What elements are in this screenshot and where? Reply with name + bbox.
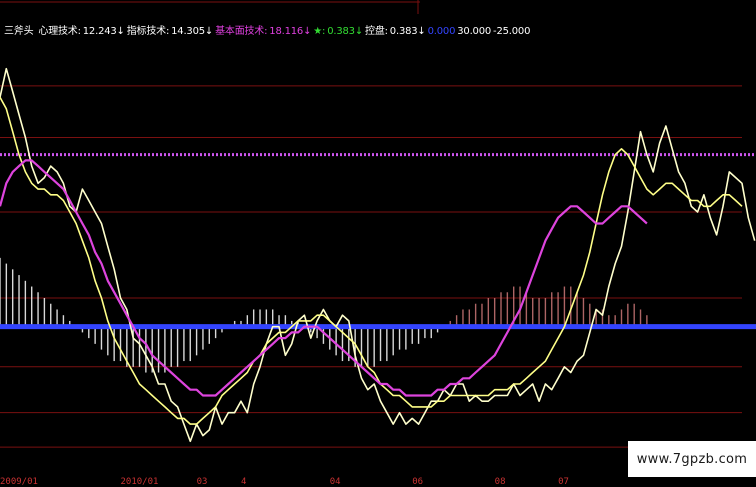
grid-lines <box>0 0 742 448</box>
series-lines <box>0 67 756 443</box>
legend-value-3: 0.383↓ <box>327 26 364 37</box>
x-tick-label-3: 4 <box>240 477 247 487</box>
indicator-name: 三斧头 <box>4 26 34 37</box>
legend-label-1: 指标技术: <box>126 26 170 37</box>
x-tick-label-7: 07 <box>558 477 569 487</box>
legend-label-2: 基本面技术: <box>215 26 268 37</box>
legend-value-2: 18.116↓ <box>269 26 312 37</box>
legend-label-0: 心理技术: <box>38 26 81 37</box>
chart-window: 三斧头 心理技术: 12.243↓ 指标技术: 14.305↓ 基本面技术: 18.116… <box>0 0 756 487</box>
legend-value-6: 30.000 <box>457 26 492 37</box>
x-tick-label-4: 04 <box>329 477 341 487</box>
x-tick-label-0: 2009/01 <box>0 477 38 487</box>
legend-items: 心理技术: 12.243↓ 指标技术: 14.305↓ 基本面技术: 18.116↓ ★: 0… <box>38 26 532 37</box>
series-line-2 <box>0 159 648 397</box>
legend-value-7: -25.000 <box>493 26 531 37</box>
legend-value-4: 0.383↓ <box>389 26 426 37</box>
series-line-0 <box>0 67 756 443</box>
legend-label-3: ★: <box>313 26 326 37</box>
indicator-chart[interactable] <box>0 0 756 487</box>
legend: 三斧头 心理技术: 12.243↓ 指标技术: 14.305↓ 基本面技术: 18.116… <box>4 22 534 37</box>
x-tick-label-5: 06 <box>412 477 424 487</box>
x-tick-label-2: 03 <box>196 477 208 487</box>
watermark: www.7gpzb.com <box>628 441 756 477</box>
legend-value-5: 0.000 <box>427 26 456 37</box>
legend-value-0: 12.243↓ <box>82 26 125 37</box>
x-tick-label-1: 2010/01 <box>120 477 159 487</box>
legend-label-4: 控盘: <box>365 26 388 37</box>
x-tick-label-6: 08 <box>494 477 506 487</box>
legend-value-1: 14.305↓ <box>171 26 214 37</box>
